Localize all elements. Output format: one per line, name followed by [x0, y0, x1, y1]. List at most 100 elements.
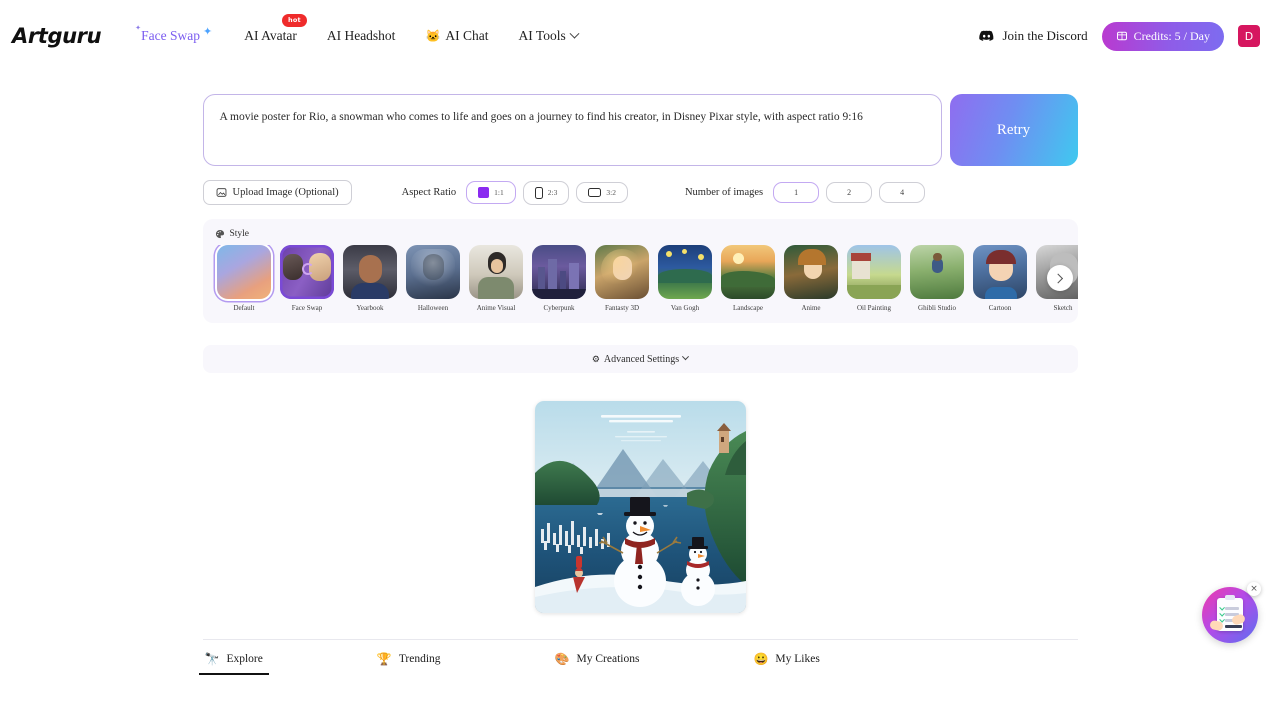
- logo[interactable]: Artguru: [12, 24, 102, 48]
- tab-trending[interactable]: 🏆 Trending: [375, 640, 443, 675]
- style-item-anime[interactable]: Anime: [780, 245, 843, 313]
- nav-item-ai-chat[interactable]: 🐱 AI Chat: [411, 20, 502, 52]
- main-content: A movie poster for Rio, a snowman who co…: [202, 72, 1078, 614]
- sparkle-small-icon: ✦: [135, 24, 142, 32]
- app-header: Artguru ✦ Face Swap ✦ AI Avatar hot AI H…: [0, 0, 1280, 72]
- tab-my-likes[interactable]: 😀 My Likes: [751, 640, 821, 675]
- join-discord-link[interactable]: Join the Discord: [979, 28, 1088, 44]
- cat-icon: 🐱: [425, 28, 441, 43]
- style-thumb-van-gogh: [658, 245, 712, 299]
- number-option-1[interactable]: 1: [773, 182, 820, 203]
- tab-label-trending: Trending: [398, 653, 441, 666]
- aspect-ratio-label: Aspect Ratio: [401, 187, 457, 198]
- advanced-settings-label: Advanced Settings: [603, 353, 680, 365]
- upload-image-icon: [216, 188, 226, 197]
- style-label-oil-painting: Oil Painting: [856, 304, 892, 312]
- aspect-ratio-2-3-label: 2:3: [547, 188, 558, 197]
- number-option-4[interactable]: 4: [879, 182, 926, 203]
- retry-button[interactable]: Retry: [949, 94, 1078, 166]
- prompt-row: A movie poster for Rio, a snowman who co…: [202, 94, 1078, 166]
- style-item-default[interactable]: Default: [213, 245, 276, 313]
- style-label-sketch: Sketch: [1053, 304, 1073, 312]
- sparkle-icon: ✦: [203, 25, 213, 38]
- style-thumb-anime-visual: [469, 245, 523, 299]
- style-item-anime-visual[interactable]: Anime Visual: [465, 245, 528, 313]
- nav-item-ai-avatar[interactable]: AI Avatar hot: [230, 14, 311, 52]
- style-thumb-ghibli-studio: [910, 245, 964, 299]
- style-item-ghibli-studio[interactable]: Ghibli Studio: [906, 245, 969, 313]
- style-label-cyberpunk: Cyberpunk: [543, 304, 575, 312]
- style-thumb-landscape: [721, 245, 775, 299]
- aspect-ratio-2-3[interactable]: 2:3: [522, 180, 570, 205]
- style-item-oil-painting[interactable]: Oil Painting: [843, 245, 906, 313]
- nav-item-ai-tools[interactable]: AI Tools: [505, 20, 592, 52]
- style-label-anime: Anime: [801, 304, 821, 312]
- aspect-ratio-1-1[interactable]: 1:1: [466, 181, 516, 204]
- style-item-cyberpunk[interactable]: Cyberpunk: [528, 245, 591, 313]
- nav-item-ai-headshot[interactable]: AI Headshot: [313, 20, 410, 52]
- style-label-face-swap: Face Swap: [291, 304, 323, 312]
- style-label-yearbook: Yearbook: [356, 304, 384, 312]
- style-label-ghibli-studio: Ghibli Studio: [918, 304, 956, 312]
- advanced-settings-toggle[interactable]: ⚙ Advanced Settings: [202, 345, 1078, 374]
- style-item-van-gogh[interactable]: Van Gogh: [654, 245, 717, 313]
- nav-label-ai-tools: AI Tools: [518, 28, 566, 43]
- main-nav: ✦ Face Swap ✦ AI Avatar hot AI Headshot …: [127, 14, 592, 52]
- style-thumb-default: [217, 245, 271, 299]
- number-of-images-label: Number of images: [684, 187, 764, 198]
- credits-label: Credits: 5 / Day: [1133, 28, 1210, 43]
- style-scroll-next-button[interactable]: [1046, 265, 1073, 291]
- prompt-input[interactable]: A movie poster for Rio, a snowman who co…: [202, 94, 942, 166]
- style-section-label: Style: [229, 229, 250, 239]
- style-item-fantasty-3d[interactable]: Fantasty 3D: [591, 245, 654, 313]
- aspect-ratio-3-2[interactable]: 3:2: [576, 182, 628, 203]
- style-thumb-face-swap: [280, 245, 334, 299]
- style-item-cartoon[interactable]: Cartoon: [969, 245, 1032, 313]
- style-thumb-cartoon: [973, 245, 1027, 299]
- survey-widget-button[interactable]: [1202, 587, 1258, 643]
- grin-icon: 😀: [753, 652, 769, 667]
- discord-label: Join the Discord: [1002, 28, 1088, 43]
- style-label-van-gogh: Van Gogh: [670, 304, 700, 312]
- style-section-header: Style: [203, 227, 1078, 245]
- tab-my-creations[interactable]: 🎨 My Creations: [553, 640, 642, 675]
- style-item-halloween[interactable]: Halloween: [402, 245, 465, 313]
- hot-badge: hot: [282, 14, 307, 27]
- style-thumb-oil-painting: [847, 245, 901, 299]
- style-label-anime-visual: Anime Visual: [476, 304, 516, 312]
- style-thumbnail-strip[interactable]: Default Face Swap Yearbook Halloween Ani…: [203, 245, 1078, 313]
- upload-image-button[interactable]: Upload Image (Optional): [202, 180, 352, 205]
- nav-label-ai-avatar: AI Avatar: [244, 28, 297, 43]
- style-thumb-anime: [784, 245, 838, 299]
- style-item-yearbook[interactable]: Yearbook: [339, 245, 402, 313]
- generated-image[interactable]: [534, 401, 746, 614]
- chevron-down-icon: [682, 353, 690, 361]
- credits-icon: [1116, 31, 1127, 41]
- style-item-landscape[interactable]: Landscape: [717, 245, 780, 313]
- avatar[interactable]: D: [1238, 25, 1260, 47]
- nav-label-face-swap: Face Swap: [141, 28, 200, 43]
- number-option-2[interactable]: 2: [826, 182, 873, 203]
- palette-icon: 🎨: [554, 652, 570, 667]
- credits-button[interactable]: Credits: 5 / Day: [1101, 21, 1224, 51]
- style-label-cartoon: Cartoon: [988, 304, 1012, 312]
- bottom-tab-bar: 🔭 Explore 🏆 Trending 🎨 My Creations 😀 My…: [198, 639, 1078, 676]
- palette-brush-icon: [215, 229, 224, 239]
- close-icon[interactable]: ×: [1247, 582, 1261, 596]
- binoculars-icon: 🔭: [204, 652, 220, 667]
- style-label-halloween: Halloween: [417, 304, 449, 312]
- landscape-rect-icon: [588, 188, 602, 197]
- style-panel: Style Default Face Swap Yearbook Hallowe…: [202, 219, 1078, 324]
- chevron-right-icon: [1053, 273, 1064, 283]
- survey-widget[interactable]: ×: [1202, 582, 1261, 643]
- header-actions: Join the Discord Credits: 5 / Day D: [979, 21, 1260, 51]
- discord-icon: [979, 30, 994, 41]
- chevron-down-icon: [569, 28, 580, 39]
- aspect-ratio-1-1-label: 1:1: [494, 188, 504, 197]
- nav-item-face-swap[interactable]: ✦ Face Swap ✦: [127, 20, 228, 52]
- style-item-face-swap[interactable]: Face Swap: [276, 245, 339, 313]
- tab-label-explore: Explore: [226, 653, 263, 666]
- tab-explore[interactable]: 🔭 Explore: [198, 640, 270, 676]
- nav-label-ai-headshot: AI Headshot: [326, 28, 396, 43]
- upload-image-label: Upload Image (Optional): [232, 187, 339, 198]
